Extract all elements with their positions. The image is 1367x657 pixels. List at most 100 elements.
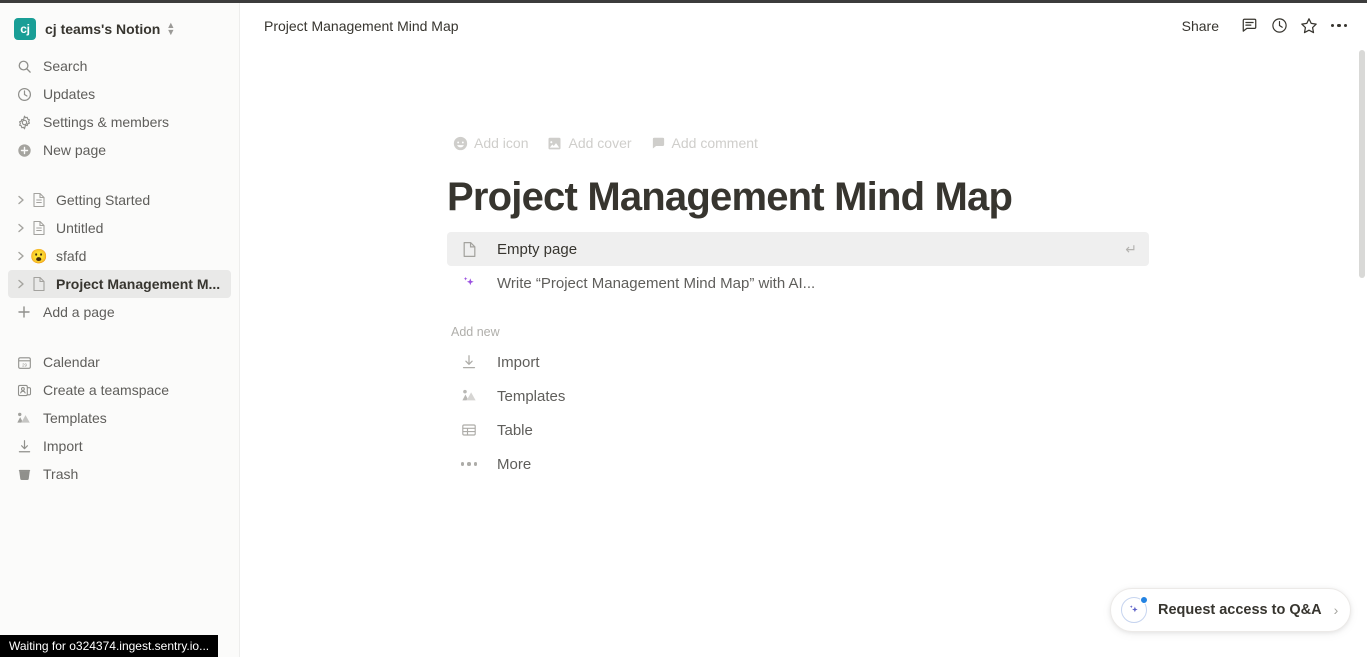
add-new-label: Import bbox=[497, 353, 540, 371]
sidebar-page-label: Untitled bbox=[56, 220, 104, 236]
add-icon-button[interactable]: Add icon bbox=[447, 132, 534, 154]
chevron-right-icon[interactable] bbox=[14, 223, 28, 233]
suggestion-label: Write “Project Management Mind Map” with… bbox=[497, 274, 816, 292]
add-new-list: Import Templates Table More bbox=[447, 345, 1149, 481]
calendar-icon: 29 bbox=[14, 352, 34, 372]
sidebar-add-a-page[interactable]: Add a page bbox=[8, 298, 231, 326]
share-button[interactable]: Share bbox=[1174, 13, 1227, 39]
chevron-right-icon[interactable] bbox=[14, 251, 28, 261]
trash-icon bbox=[14, 464, 34, 484]
sidebar-item-settings-members[interactable]: Settings & members bbox=[8, 108, 231, 136]
sidebar-item-calendar[interactable]: 29 Calendar bbox=[8, 348, 231, 376]
sidebar-item-templates[interactable]: Templates bbox=[8, 404, 231, 432]
sidebar-item-label: Templates bbox=[43, 410, 107, 426]
breadcrumb[interactable]: Project Management Mind Map bbox=[258, 15, 465, 37]
plus-circle-icon bbox=[14, 140, 34, 160]
sidebar-item-label: Settings & members bbox=[43, 114, 170, 130]
sidebar: cj cj teams's Notion ▲▼ Search Updates bbox=[0, 3, 240, 657]
add-cover-button[interactable]: Add cover bbox=[541, 132, 637, 154]
sidebar-item-search[interactable]: Search bbox=[8, 52, 231, 80]
page-icon bbox=[29, 218, 49, 238]
more-horizontal-icon[interactable] bbox=[1325, 12, 1353, 40]
emoji-icon: 😮 bbox=[30, 247, 48, 264]
sidebar-add-a-page-label: Add a page bbox=[43, 304, 115, 320]
clock-icon[interactable] bbox=[1265, 12, 1293, 40]
add-new-label: Templates bbox=[497, 387, 566, 405]
sidebar-item-trash[interactable]: Trash bbox=[8, 460, 231, 488]
enter-key-icon: ↵ bbox=[1125, 240, 1137, 257]
templates-icon bbox=[459, 388, 479, 404]
page-meta-actions: Add icon Add cover Add comment bbox=[447, 130, 1367, 156]
page-title[interactable]: Project Management Mind Map bbox=[447, 173, 1367, 221]
topbar: Project Management Mind Map Share bbox=[241, 3, 1367, 48]
chevron-right-icon[interactable] bbox=[14, 279, 28, 289]
request-access-qa-widget[interactable]: Request access to Q&A › bbox=[1110, 588, 1352, 632]
sidebar-item-create-teamspace[interactable]: Create a teamspace bbox=[8, 376, 231, 404]
scrollbar-thumb[interactable] bbox=[1359, 50, 1365, 278]
import-icon bbox=[459, 354, 479, 370]
sidebar-item-new-page[interactable]: New page bbox=[8, 136, 231, 164]
main-content: Add icon Add cover Add comment Project M… bbox=[241, 48, 1367, 657]
page-icon bbox=[29, 190, 49, 210]
more-horizontal-icon bbox=[459, 462, 479, 466]
image-icon bbox=[548, 137, 561, 149]
workspace-name: cj teams's Notion bbox=[45, 21, 161, 37]
sidebar-item-label: Create a teamspace bbox=[43, 382, 170, 398]
plus-icon bbox=[14, 302, 34, 322]
sidebar-page-project-management-mind-map[interactable]: Project Management M... bbox=[8, 270, 231, 298]
add-new-heading: Add new bbox=[451, 325, 500, 339]
suggestion-empty-page[interactable]: Empty page ↵ bbox=[447, 232, 1149, 266]
qa-widget-label: Request access to Q&A bbox=[1158, 602, 1322, 618]
page-icon bbox=[459, 241, 479, 258]
chevron-right-icon[interactable] bbox=[14, 195, 28, 205]
workspace-switcher[interactable]: cj cj teams's Notion ▲ ▼ bbox=[8, 14, 231, 44]
status-bar: Waiting for o324374.ingest.sentry.io... bbox=[0, 635, 219, 657]
add-new-import[interactable]: Import bbox=[447, 345, 1149, 379]
workspace-logo: cj bbox=[14, 18, 36, 40]
more-dots bbox=[460, 462, 478, 466]
sidebar-item-label: Trash bbox=[43, 466, 79, 482]
chevron-updown-icon: ▲ ▼ bbox=[166, 20, 176, 37]
page-icon bbox=[29, 274, 49, 294]
smiley-icon bbox=[453, 136, 468, 150]
sidebar-page-sfafd[interactable]: 😮 sfafd bbox=[8, 242, 231, 270]
templates-icon bbox=[14, 408, 34, 428]
add-new-table[interactable]: Table bbox=[447, 413, 1149, 447]
notion-app-window: cj cj teams's Notion ▲▼ Search Updates bbox=[0, 0, 1367, 657]
search-icon bbox=[14, 56, 34, 76]
add-comment-label: Add comment bbox=[671, 135, 758, 151]
sidebar-divider-space bbox=[0, 164, 239, 186]
star-icon[interactable] bbox=[1295, 12, 1323, 40]
sidebar-page-untitled[interactable]: Untitled bbox=[8, 214, 231, 242]
sidebar-item-import[interactable]: Import bbox=[8, 432, 231, 460]
suggestion-write-with-ai[interactable]: Write “Project Management Mind Map” with… bbox=[447, 266, 1149, 300]
teamspace-icon bbox=[14, 380, 34, 400]
sidebar-item-label: New page bbox=[43, 142, 107, 158]
sidebar-item-label: Calendar bbox=[43, 354, 100, 370]
sidebar-page-label: Project Management M... bbox=[56, 276, 221, 292]
sidebar-page-label: Getting Started bbox=[56, 192, 151, 208]
sidebar-page-label: sfafd bbox=[56, 248, 87, 264]
sidebar-item-label: Import bbox=[43, 438, 83, 454]
sidebar-page-getting-started[interactable]: Getting Started bbox=[8, 186, 231, 214]
comment-icon bbox=[652, 137, 664, 148]
svg-text:29: 29 bbox=[22, 362, 27, 367]
gear-icon bbox=[14, 112, 34, 132]
add-comment-button[interactable]: Add comment bbox=[645, 132, 764, 154]
import-icon bbox=[14, 436, 34, 456]
sidebar-divider-space-2 bbox=[0, 326, 239, 348]
suggestion-label: Empty page bbox=[497, 240, 578, 258]
add-new-more[interactable]: More bbox=[447, 447, 1149, 481]
qa-icon-wrapper bbox=[1121, 596, 1148, 623]
sidebar-item-label: Updates bbox=[43, 86, 96, 102]
topbar-actions: Share bbox=[1174, 12, 1367, 40]
table-icon bbox=[459, 422, 479, 438]
page-body: Add icon Add cover Add comment Project M… bbox=[241, 48, 1367, 481]
comment-icon[interactable] bbox=[1235, 12, 1263, 40]
sidebar-item-updates[interactable]: Updates bbox=[8, 80, 231, 108]
add-icon-label: Add icon bbox=[474, 135, 529, 151]
sidebar-item-label: Search bbox=[43, 58, 88, 74]
clock-icon bbox=[14, 84, 34, 104]
add-new-templates[interactable]: Templates bbox=[447, 379, 1149, 413]
add-new-label: More bbox=[497, 455, 532, 473]
